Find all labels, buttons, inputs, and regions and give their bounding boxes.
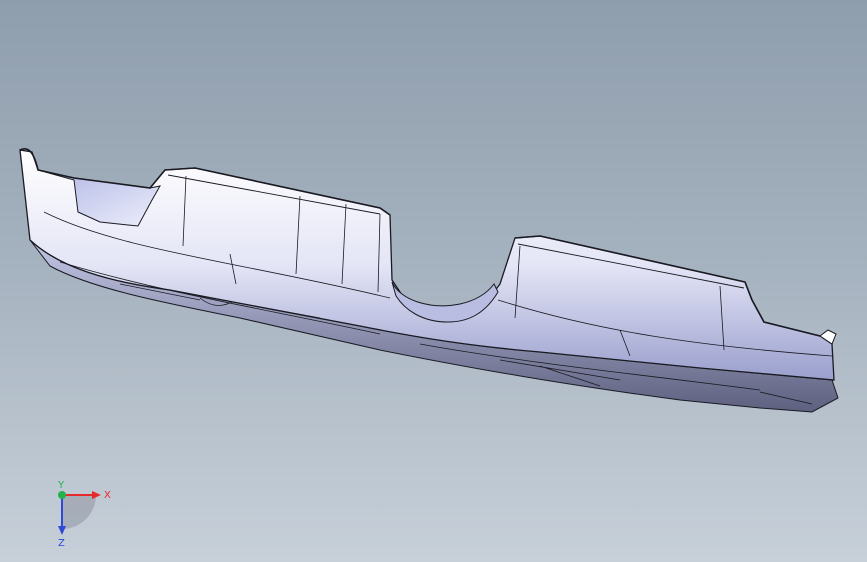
graphics-viewport[interactable]: X Y Z [0,0,867,562]
z-axis-arrow-icon [58,526,66,535]
y-axis-label: Y [57,480,65,491]
x-axis-arrow-icon [92,491,101,499]
3d-model-bumper[interactable] [0,0,867,562]
triad-quarter-disc [62,495,96,529]
axis-triad: X Y Z [57,480,111,549]
x-axis-label: X [104,490,111,501]
y-axis-dot-icon [58,491,66,499]
z-axis-label: Z [58,538,65,549]
